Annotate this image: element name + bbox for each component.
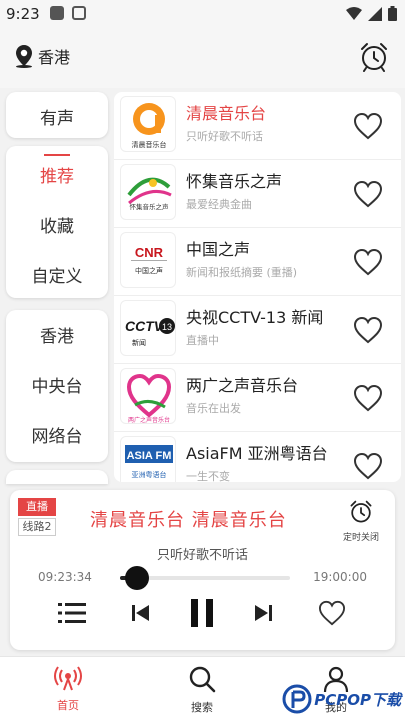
wifi-icon bbox=[346, 6, 362, 20]
favorite-button[interactable] bbox=[315, 596, 349, 630]
station-name: 两广之声音乐台 bbox=[186, 376, 299, 395]
nav-search[interactable]: 搜索 bbox=[162, 665, 242, 715]
sidebar-item-custom[interactable]: 自定义 bbox=[6, 262, 108, 287]
station-logo: ASIA FM 亚洲粤语台 bbox=[120, 436, 176, 482]
watermark: PCPOP下载 bbox=[282, 684, 401, 714]
app-header: 香港 bbox=[0, 28, 405, 88]
station-desc: 新闻和报纸摘要 (重播) bbox=[186, 266, 298, 279]
progress-knob[interactable] bbox=[125, 566, 149, 590]
sleep-timer-label: 定时关闭 bbox=[342, 533, 379, 543]
svg-text:新闻: 新闻 bbox=[132, 338, 146, 347]
nav-home-label: 首页 bbox=[57, 699, 79, 712]
station-logo: CNR 中国之声 bbox=[120, 232, 176, 288]
skip-next-icon bbox=[255, 605, 272, 621]
heart-icon[interactable] bbox=[353, 248, 383, 276]
sidebar-item-network[interactable]: 网络台 bbox=[6, 422, 108, 447]
pause-icon bbox=[191, 599, 213, 627]
sidebar-card-categories: 推荐 收藏 自定义 bbox=[6, 146, 108, 298]
station-row[interactable]: CCTV 13 新闻 央视CCTV-13 新闻 直播中 bbox=[114, 296, 401, 364]
station-logo: 怀集音乐之声 bbox=[120, 164, 176, 220]
play-pause-button[interactable] bbox=[185, 596, 219, 630]
sidebar-card-more bbox=[6, 470, 108, 484]
time-elapsed: 09:23:34 bbox=[38, 570, 92, 584]
location-pin-icon bbox=[16, 45, 32, 68]
station-row[interactable]: 怀集音乐之声 怀集音乐之声 最爱经典金曲 bbox=[114, 160, 401, 228]
battery-icon bbox=[388, 6, 397, 21]
time-total: 19:00:00 bbox=[313, 570, 367, 584]
location-label: 香港 bbox=[38, 48, 71, 67]
svg-text:怀集音乐之声: 怀集音乐之声 bbox=[130, 202, 170, 211]
location-selector[interactable]: 香港 bbox=[14, 44, 70, 68]
mini-player: 直播 线路2 清晨音乐台 清晨音乐台 定时关闭 只听好歌不听话 09:23:34… bbox=[10, 490, 395, 650]
skip-previous-icon bbox=[132, 605, 149, 621]
status-time: 9:23 bbox=[6, 5, 40, 23]
heart-icon bbox=[318, 600, 346, 626]
next-button[interactable] bbox=[246, 596, 280, 630]
svg-text:清晨音乐台: 清晨音乐台 bbox=[132, 140, 167, 149]
now-playing-subtitle: 只听好歌不听话 bbox=[156, 548, 248, 563]
heart-icon[interactable] bbox=[353, 180, 383, 208]
station-name: 中国之声 bbox=[186, 240, 251, 259]
notification-icon bbox=[50, 6, 64, 20]
line-selector[interactable]: 线路2 bbox=[18, 518, 56, 536]
sidebar-item-hongkong[interactable]: 香港 bbox=[6, 322, 108, 347]
station-desc: 一生不变 bbox=[186, 470, 230, 482]
station-name: 清晨音乐台 bbox=[186, 104, 267, 123]
sleep-timer-button[interactable]: 定时关闭 bbox=[339, 500, 383, 543]
station-name: AsiaFM 亚洲粤语台 bbox=[186, 444, 328, 463]
svg-text:13: 13 bbox=[162, 322, 172, 332]
playlist-button[interactable] bbox=[55, 596, 89, 630]
previous-button[interactable] bbox=[124, 596, 158, 630]
heart-icon[interactable] bbox=[353, 452, 383, 480]
svg-text:两广之声音乐台: 两广之声音乐台 bbox=[128, 416, 170, 424]
svg-text:亚洲粤语台: 亚洲粤语台 bbox=[132, 470, 167, 479]
svg-text:中国之声: 中国之声 bbox=[135, 266, 163, 275]
sidebar-card-top: 有声 bbox=[6, 92, 108, 138]
station-logo: 两广之声音乐台 bbox=[120, 368, 176, 424]
heart-icon[interactable] bbox=[353, 112, 383, 140]
sidebar-item-audio[interactable]: 有声 bbox=[6, 104, 108, 129]
status-bar: 9:23 bbox=[0, 0, 405, 28]
sidebar-item-recommend[interactable]: 推荐 bbox=[6, 162, 108, 187]
station-name: 怀集音乐之声 bbox=[186, 172, 283, 191]
station-logo: 清晨音乐台 bbox=[120, 96, 176, 152]
live-badge: 直播 bbox=[18, 498, 56, 516]
station-row[interactable]: ASIA FM 亚洲粤语台 AsiaFM 亚洲粤语台 一生不变 bbox=[114, 432, 401, 482]
svg-text:CCTV: CCTV bbox=[125, 318, 165, 334]
station-desc: 直播中 bbox=[186, 334, 219, 347]
nav-home[interactable]: 首页 bbox=[28, 665, 108, 713]
now-playing-title: 清晨音乐台 清晨音乐台 bbox=[90, 510, 287, 531]
sidebar-item-central[interactable]: 中央台 bbox=[6, 372, 108, 397]
sidebar-card-regions: 香港 中央台 网络台 bbox=[6, 310, 108, 462]
svg-text:ASIA FM: ASIA FM bbox=[127, 450, 172, 462]
watermark-logo-icon bbox=[282, 684, 312, 714]
list-icon bbox=[58, 603, 86, 623]
watermark-text: PCPOP下载 bbox=[314, 690, 401, 709]
svg-text:CNR: CNR bbox=[135, 245, 164, 260]
station-logo: CCTV 13 新闻 bbox=[120, 300, 176, 356]
station-name: 央视CCTV-13 新闻 bbox=[186, 308, 324, 327]
heart-icon[interactable] bbox=[353, 384, 383, 412]
alarm-clock-icon[interactable] bbox=[359, 42, 389, 72]
station-list[interactable]: 清晨音乐台 清晨音乐台 只听好歌不听话 怀集音乐之声 怀集音乐之声 最爱经典金曲… bbox=[114, 92, 401, 482]
text-notification-icon bbox=[72, 6, 86, 20]
active-indicator bbox=[44, 154, 70, 156]
station-desc: 音乐在出发 bbox=[186, 402, 241, 415]
heart-icon[interactable] bbox=[353, 316, 383, 344]
alarm-clock-icon bbox=[350, 500, 372, 523]
station-desc: 最爱经典金曲 bbox=[186, 198, 252, 211]
radio-broadcast-icon bbox=[54, 666, 82, 691]
station-row[interactable]: 清晨音乐台 清晨音乐台 只听好歌不听话 bbox=[114, 92, 401, 160]
search-icon bbox=[189, 666, 216, 693]
sidebar-item-favorites[interactable]: 收藏 bbox=[6, 212, 108, 237]
station-row[interactable]: 两广之声音乐台 两广之声音乐台 音乐在出发 bbox=[114, 364, 401, 432]
station-row[interactable]: CNR 中国之声 中国之声 新闻和报纸摘要 (重播) bbox=[114, 228, 401, 296]
station-desc: 只听好歌不听话 bbox=[186, 130, 263, 143]
signal-icon bbox=[368, 6, 382, 21]
nav-search-label: 搜索 bbox=[191, 701, 213, 714]
